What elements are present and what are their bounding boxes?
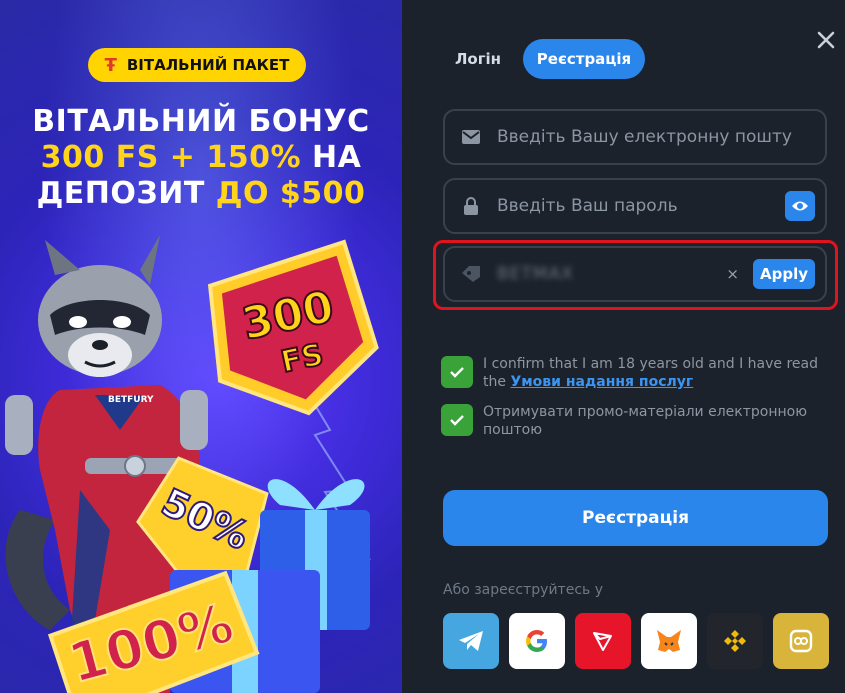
promo-illustration: BETFURY 300 FS 50% 100% (5, 235, 379, 693)
register-button[interactable]: Реєстрація (443, 490, 828, 546)
headline-max: ДО $500 (215, 176, 366, 211)
consent-row: I confirm that I am 18 years old and I h… (441, 356, 833, 391)
metamask-icon[interactable] (641, 613, 697, 669)
telegram-icon[interactable] (443, 613, 499, 669)
promo-headline: ВІТАЛЬНИЙ БОНУС 300 FS + 150% НА ДЕПОЗИТ… (0, 104, 402, 212)
social-buttons (443, 613, 829, 669)
alt-signup-label: Або зареєструйтесь у (443, 582, 604, 598)
headline-bonus: 300 FS + 150% (40, 140, 302, 175)
lock-icon (445, 197, 497, 215)
consent-text: I confirm that I am 18 years old and I h… (483, 355, 833, 391)
close-icon[interactable] (815, 30, 837, 52)
promo-pill: Ŧ ВІТАЛЬНИЙ ПАКЕТ (88, 48, 306, 82)
promo-banner: Ŧ ВІТАЛЬНИЙ ПАКЕТ ВІТАЛЬНИЙ БОНУС 300 FS… (0, 0, 402, 693)
marketing-row: Отримувати промо-матеріали електронною п… (441, 404, 833, 439)
terms-link[interactable]: Умови надання послуг (510, 374, 693, 390)
checkmark-icon (450, 415, 464, 426)
email-input[interactable] (497, 127, 825, 147)
password-input[interactable] (497, 196, 785, 216)
headline-line-1: ВІТАЛЬНИЙ БОНУС (32, 104, 370, 139)
email-field[interactable] (443, 109, 827, 165)
suit-logo: BETFURY (108, 395, 154, 405)
tab-registration[interactable]: Реєстрація (523, 39, 645, 79)
binance-icon[interactable] (707, 613, 763, 669)
headline-deposit: ДЕПОЗИТ (36, 176, 216, 211)
tab-login[interactable]: Логін (443, 39, 513, 79)
jetpack-left (5, 395, 33, 455)
jetpack-right (180, 390, 208, 450)
show-password-icon[interactable] (785, 191, 815, 221)
headline-on: НА (301, 140, 362, 175)
auth-tabs: Логін Реєстрація (443, 39, 645, 79)
headline-line-3: ДЕПОЗИТ ДО $500 (0, 176, 402, 212)
promo-code-highlight (433, 240, 838, 310)
tron-icon[interactable] (575, 613, 631, 669)
alt-wallet-icon[interactable] (773, 613, 829, 669)
marketing-text: Отримувати промо-матеріали електронною п… (483, 404, 807, 438)
consent-checkbox[interactable] (441, 356, 473, 388)
brand-t-icon: Ŧ (104, 54, 117, 76)
badge-300-fs: 300 FS (207, 239, 379, 416)
mail-icon (445, 130, 497, 144)
google-icon[interactable] (509, 613, 565, 669)
checkmark-icon (450, 367, 464, 378)
headline-line-2: 300 FS + 150% НА (0, 140, 402, 176)
marketing-checkbox[interactable] (441, 404, 473, 436)
promo-pill-label: ВІТАЛЬНИЙ ПАКЕТ (126, 56, 290, 74)
password-field[interactable] (443, 178, 827, 234)
